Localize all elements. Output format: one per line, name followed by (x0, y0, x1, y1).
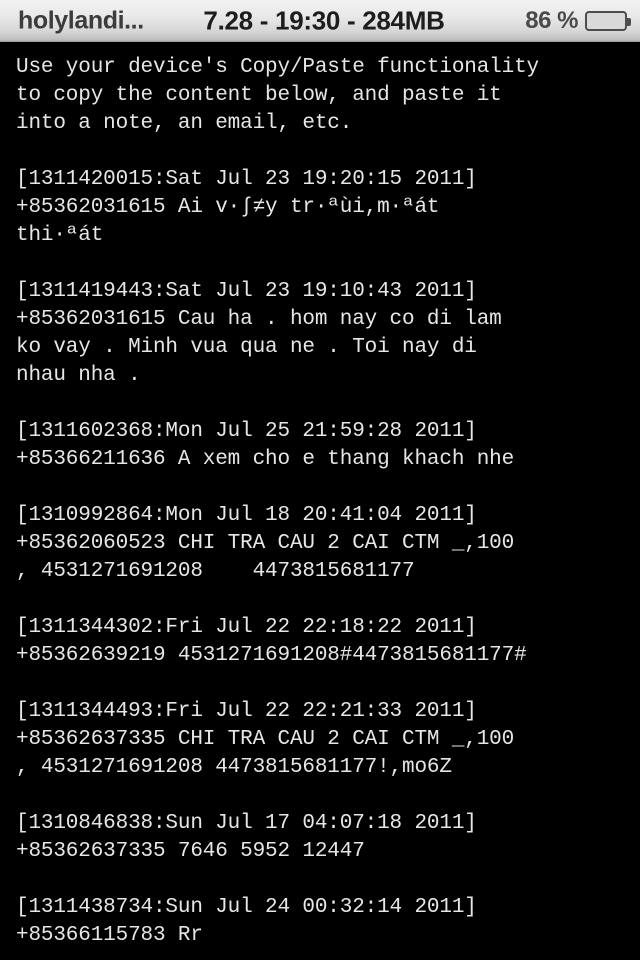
message-body-line: +85362060523 CHI TRA CAU 2 CAI CTM _,100 (16, 532, 515, 555)
message-body-line: nhau nha . (16, 364, 141, 387)
message-header: [1310846838:Sun Jul 17 04:07:18 2011] (16, 812, 477, 835)
battery-area: 86 % (525, 7, 632, 35)
message-body-line: , 4531271691208 4473815681177!,mo6Z (16, 756, 452, 779)
message-body-line: , 4531271691208 4473815681177 (16, 560, 415, 583)
instruction-line: to copy the content below, and paste it (16, 84, 502, 107)
battery-percent-label: 86 % (525, 7, 578, 34)
instruction-line: into a note, an email, etc. (16, 112, 353, 135)
message-header: [1311344302:Fri Jul 22 22:18:22 2011] (16, 616, 477, 639)
battery-icon (585, 11, 631, 31)
message-body-line: +85366115783 Rr (16, 924, 203, 947)
message-header: [1311419443:Sat Jul 23 19:10:43 2011] (16, 280, 477, 303)
text-block: Use your device's Copy/Paste functionali… (16, 54, 640, 950)
message-body-line: +85362637335 7646 5952 12447 (16, 840, 365, 863)
message-body-line: +85362639219 4531271691208#4473815681177… (16, 644, 527, 667)
message-header: [1311420015:Sat Jul 23 19:20:15 2011] (16, 168, 477, 191)
message-export-content: Use your device's Copy/Paste functionali… (0, 42, 640, 960)
instruction-line: Use your device's Copy/Paste functionali… (16, 56, 539, 79)
message-body-line: +85362031615 Ai v·∫≠y tr·ªùi,m·ªát (16, 196, 440, 219)
message-header: [1311344493:Fri Jul 22 22:21:33 2011] (16, 700, 477, 723)
message-header: [1310992864:Mon Jul 18 20:41:04 2011] (16, 504, 477, 527)
message-body-line: +85366211636 A xem cho e thang khach nhe (16, 448, 515, 471)
message-header: [1311602368:Mon Jul 25 21:59:28 2011] (16, 420, 477, 443)
message-header: [1311438734:Sun Jul 24 00:32:14 2011] (16, 896, 477, 919)
message-body-line: +85362031615 Cau ha . hom nay co di lam (16, 308, 502, 331)
message-body-line: ko vay . Minh vua qua ne . Toi nay di (16, 336, 477, 359)
message-body-line: +85362637335 CHI TRA CAU 2 CAI CTM _,100 (16, 728, 515, 751)
status-bar: holylandi... 7.28 - 19:30 - 284MB 86 % (0, 0, 640, 42)
message-body-line: thi·ªát (16, 224, 104, 247)
